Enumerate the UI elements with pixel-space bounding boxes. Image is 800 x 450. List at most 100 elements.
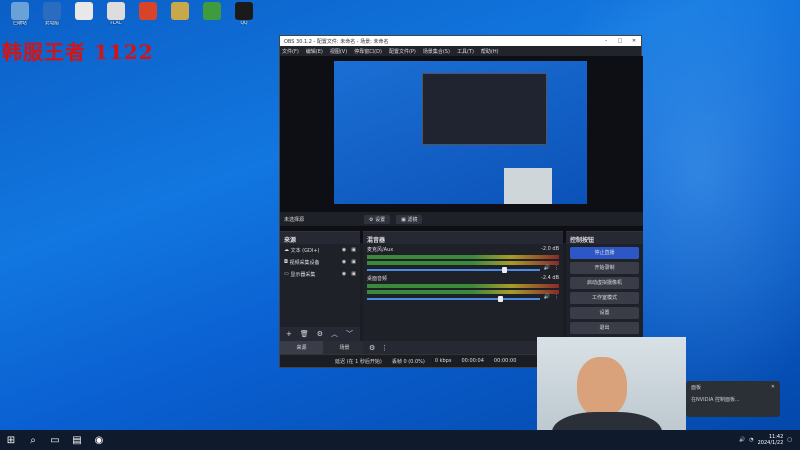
channel-db: -2.0 dB — [541, 246, 559, 252]
minimize-icon[interactable]: – — [599, 38, 613, 44]
eye-icon[interactable]: ◉ — [342, 271, 346, 277]
menu-profile[interactable]: 配置文件(P) — [389, 48, 416, 55]
close-icon[interactable]: ✕ — [771, 384, 775, 391]
sources-toolbar: + 🗑 ⚙ ︿ ﹀ — [280, 327, 360, 341]
menu-scene-collection[interactable]: 场景集合(S) — [423, 48, 450, 55]
file-explorer-icon[interactable]: ▤ — [66, 430, 88, 450]
app-icon — [203, 2, 221, 20]
start-virtual-camera-button[interactable]: 启动虚拟摄像机 — [570, 277, 639, 289]
volume-slider[interactable] — [367, 267, 540, 273]
overlay-watermark: 韩服王者 1122 — [2, 40, 154, 64]
channel-name: 麦克风/Aux — [367, 247, 394, 253]
menu-file[interactable]: 文件(F) — [282, 48, 299, 55]
volume-meter — [367, 284, 559, 288]
move-up-icon[interactable]: ︿ — [331, 329, 338, 339]
move-down-icon[interactable]: ﹀ — [346, 329, 353, 339]
speaker-icon[interactable]: 🔊 — [544, 294, 550, 300]
maximize-icon[interactable]: □ — [613, 38, 627, 44]
slider-handle[interactable] — [501, 267, 507, 273]
mixer-channel-mic: 麦克风/Aux -2.0 dB 🔊 ⋮ — [363, 244, 563, 273]
speaker-icon[interactable]: 🔊 — [739, 437, 745, 443]
desktop-icon[interactable]: QQ — [228, 2, 260, 38]
tab-scenes[interactable]: 场景 — [323, 341, 366, 355]
bitrate: 0 kbps — [434, 358, 452, 364]
windows-start-icon[interactable]: ⊞ — [0, 430, 22, 450]
obs-menu-bar: 文件(F) 编辑(E) 视图(V) 停靠窗口(D) 配置文件(P) 场景集合(S… — [280, 46, 641, 56]
properties-button[interactable]: ⚙ 设置 — [364, 214, 391, 224]
stream-time: 00:00:04 — [461, 358, 484, 364]
lock-icon[interactable]: ▣ — [351, 259, 356, 265]
delete-icon[interactable]: 🗑 — [300, 330, 309, 338]
stop-streaming-button[interactable]: 停止直播 — [570, 247, 639, 259]
app-icon — [43, 2, 61, 20]
notification-center-icon[interactable]: ▢ — [787, 437, 792, 443]
network-icon[interactable]: ◔ — [749, 437, 753, 443]
desktop-icon[interactable] — [132, 2, 164, 38]
source-toolbar: 未选择源 ⚙ 设置 ▣ 滤镜 — [280, 212, 643, 226]
dropped-frames: 丢帧 0 (0.0%) — [391, 358, 425, 365]
task-view-icon[interactable]: ▭ — [44, 430, 66, 450]
source-label: 显示器采集 — [290, 271, 316, 278]
preview-nested-obs — [422, 73, 547, 145]
source-item-camera[interactable]: ◘ 视频采集设备 ◉ ▣ — [280, 256, 360, 268]
notification-body: 在NVIDIA 控制面板... — [691, 397, 740, 403]
desktop-icon-label: 此电脑 — [45, 21, 59, 26]
kebab-icon[interactable]: ⋮ — [554, 265, 559, 271]
app-icon — [75, 2, 93, 20]
clock[interactable]: 11:42 2024/1/22 — [758, 434, 784, 446]
speaker-icon[interactable]: 🔊 — [544, 265, 550, 271]
gear-icon[interactable]: ⚙ — [369, 344, 375, 352]
obs-taskbar-icon[interactable]: ◉ — [88, 430, 110, 450]
menu-tools[interactable]: 工具(T) — [457, 48, 474, 55]
tab-sources[interactable]: 来源 — [280, 341, 323, 355]
desktop-icon[interactable]: 此电脑 — [36, 2, 68, 38]
menu-view[interactable]: 视图(V) — [330, 48, 347, 55]
slider-handle[interactable] — [498, 296, 504, 302]
desktop-icon[interactable] — [196, 2, 228, 38]
app-icon — [107, 2, 125, 20]
channel-name: 桌面音频 — [367, 276, 388, 282]
source-item-text[interactable]: ☁ 文本 (GDI+) ◉ ▣ — [280, 244, 360, 256]
mixer-channel-desktop: 桌面音频 -2.4 dB 🔊 ⋮ — [363, 273, 563, 302]
studio-mode-button[interactable]: 工作室模式 — [570, 292, 639, 304]
source-label: 文本 (GDI+) — [290, 247, 320, 254]
kebab-icon[interactable]: ⋮ — [381, 344, 388, 352]
app-icon — [235, 2, 253, 20]
add-icon[interactable]: + — [286, 330, 292, 338]
eye-icon[interactable]: ◉ — [342, 259, 346, 265]
obs-window: OBS 30.1.2 - 配置文件: 未命名 - 场景: 未命名 – □ ✕ 文… — [279, 35, 643, 368]
menu-help[interactable]: 帮助(H) — [481, 48, 499, 55]
obs-title: OBS 30.1.2 - 配置文件: 未命名 - 场景: 未命名 — [284, 38, 389, 45]
clock-date: 2024/1/22 — [757, 440, 784, 446]
record-time: 00:00:00 — [493, 358, 517, 364]
menu-edit[interactable]: 编辑(E) — [306, 48, 323, 55]
eye-icon[interactable]: ◉ — [342, 247, 346, 253]
volume-slider[interactable] — [367, 296, 540, 302]
lock-icon[interactable]: ▣ — [351, 247, 356, 253]
desktop-icon-label: FLAC — [110, 21, 122, 26]
close-icon[interactable]: ✕ — [627, 38, 641, 44]
source-item-display[interactable]: ▭ 显示器采集 ◉ ▣ — [280, 268, 360, 280]
person-face — [577, 357, 627, 417]
settings-button[interactable]: 设置 — [570, 307, 639, 319]
channel-db: -2.4 dB — [541, 275, 559, 281]
notification-title: 面板 — [691, 385, 702, 391]
kebab-icon[interactable]: ⋮ — [554, 294, 559, 300]
desktop-icon-label: QQ — [240, 21, 248, 26]
filters-button[interactable]: ▣ 滤镜 — [396, 214, 423, 224]
desktop-icon[interactable]: FLAC — [100, 2, 132, 38]
controls-title: 控制按钮 — [566, 232, 643, 244]
search-icon[interactable]: ⌕ — [22, 430, 44, 450]
exit-button[interactable]: 退出 — [570, 322, 639, 334]
obs-title-bar: OBS 30.1.2 - 配置文件: 未命名 - 场景: 未命名 – □ ✕ — [280, 36, 641, 46]
gear-icon[interactable]: ⚙ — [317, 330, 323, 338]
mixer-title: 混音器 — [363, 232, 563, 244]
start-recording-button[interactable]: 开始录制 — [570, 262, 639, 274]
notification-toast[interactable]: 面板 ✕ 在NVIDIA 控制面板... — [686, 381, 780, 417]
desktop-icon[interactable] — [164, 2, 196, 38]
menu-docks[interactable]: 停靠窗口(D) — [354, 48, 382, 55]
app-icon — [139, 2, 157, 20]
desktop-icon[interactable] — [68, 2, 100, 38]
desktop-icon[interactable]: 回收站 — [4, 2, 36, 38]
lock-icon[interactable]: ▣ — [351, 271, 356, 277]
